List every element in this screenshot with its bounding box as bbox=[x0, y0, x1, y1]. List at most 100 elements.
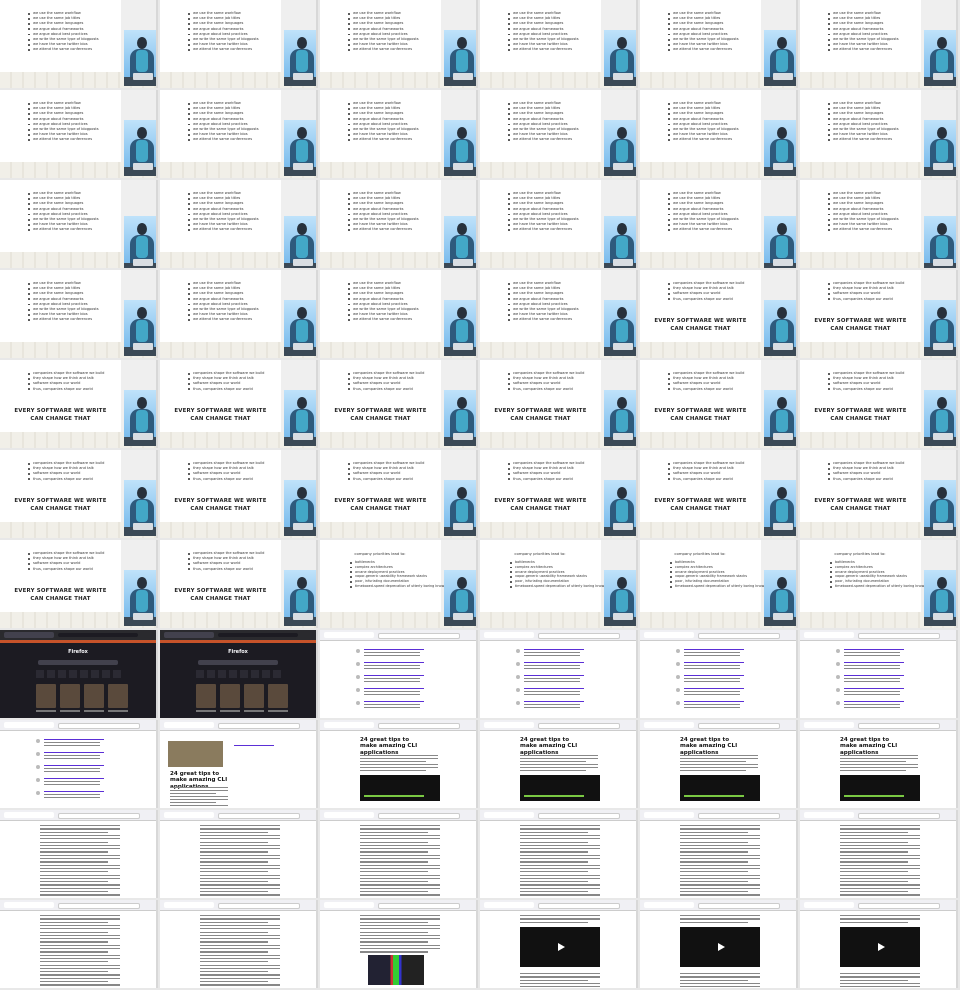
address-bar[interactable] bbox=[218, 723, 300, 729]
post-link[interactable] bbox=[524, 688, 584, 690]
address-bar[interactable] bbox=[698, 723, 780, 729]
browser-tab[interactable] bbox=[164, 812, 214, 818]
address-bar[interactable] bbox=[858, 723, 940, 729]
address-bar[interactable] bbox=[58, 813, 140, 819]
newtab-search[interactable] bbox=[38, 660, 118, 665]
play-icon[interactable] bbox=[558, 943, 565, 951]
post-link[interactable] bbox=[844, 662, 904, 664]
post-link[interactable] bbox=[44, 778, 104, 780]
frame-thumbnail[interactable]: we use the same workflow we use the same … bbox=[160, 90, 318, 178]
address-bar[interactable] bbox=[698, 903, 780, 909]
frame-thumbnail[interactable]: we use the same workflow we use the same … bbox=[800, 90, 958, 178]
post-link[interactable] bbox=[524, 701, 584, 703]
frame-thumbnail[interactable]: company priorities lead to: bottlenecks co… bbox=[480, 540, 638, 628]
post-link[interactable] bbox=[524, 675, 584, 677]
frame-thumbnail[interactable]: we use the same workflow we use the same … bbox=[640, 90, 798, 178]
story-card[interactable] bbox=[220, 684, 240, 712]
address-bar[interactable] bbox=[58, 723, 140, 729]
post-link[interactable] bbox=[364, 688, 424, 690]
browser-tab[interactable] bbox=[4, 722, 54, 728]
frame-thumbnail[interactable] bbox=[320, 810, 478, 898]
address-bar[interactable] bbox=[858, 903, 940, 909]
browser-tab[interactable] bbox=[164, 632, 214, 638]
address-bar[interactable] bbox=[378, 813, 460, 819]
post-link[interactable] bbox=[684, 688, 744, 690]
shortcut-tiles[interactable] bbox=[36, 670, 122, 678]
frame-thumbnail[interactable]: company priorities lead to: bottlenecks co… bbox=[640, 540, 798, 628]
post-link[interactable] bbox=[524, 649, 584, 651]
frame-thumbnail[interactable] bbox=[0, 810, 158, 898]
post-link[interactable] bbox=[364, 662, 424, 664]
frame-thumbnail[interactable]: companies shape the software we build the… bbox=[0, 450, 158, 538]
newtab-search[interactable] bbox=[198, 660, 278, 665]
address-bar[interactable] bbox=[538, 723, 620, 729]
frame-thumbnail[interactable]: we use the same workflow we use the same … bbox=[640, 180, 798, 268]
post-link[interactable] bbox=[44, 765, 104, 767]
post-link[interactable] bbox=[684, 701, 744, 703]
frame-thumbnail[interactable]: companies shape the software we build the… bbox=[160, 540, 318, 628]
frame-thumbnail[interactable] bbox=[320, 900, 478, 988]
post-link[interactable] bbox=[44, 791, 104, 793]
address-bar[interactable] bbox=[378, 903, 460, 909]
address-bar[interactable] bbox=[218, 633, 298, 637]
story-card[interactable] bbox=[108, 684, 128, 712]
frame-thumbnail[interactable]: we use the same workflow we use the same … bbox=[640, 0, 798, 88]
frame-thumbnail[interactable]: companies shape the software we build the… bbox=[0, 360, 158, 448]
frame-thumbnail[interactable]: companies shape the software we build the… bbox=[800, 360, 958, 448]
frame-thumbnail[interactable] bbox=[160, 810, 318, 898]
frame-thumbnail[interactable]: companies shape the software we build the… bbox=[800, 270, 958, 358]
browser-tab[interactable] bbox=[644, 722, 694, 728]
frame-thumbnail[interactable]: companies shape the software we build the… bbox=[640, 270, 798, 358]
address-bar[interactable] bbox=[698, 813, 780, 819]
video-player[interactable] bbox=[840, 927, 920, 967]
play-icon[interactable] bbox=[878, 943, 885, 951]
post-link[interactable] bbox=[844, 688, 904, 690]
browser-tab[interactable] bbox=[484, 902, 534, 908]
frame-thumbnail[interactable]: 24 great tips to make amazing CLI applic… bbox=[800, 720, 958, 808]
story-card[interactable] bbox=[268, 684, 288, 712]
story-card[interactable] bbox=[36, 684, 56, 712]
address-bar[interactable] bbox=[538, 813, 620, 819]
frame-thumbnail[interactable]: companies shape the software we build the… bbox=[480, 450, 638, 538]
frame-thumbnail[interactable]: we use the same workflow we use the same … bbox=[480, 270, 638, 358]
frame-thumbnail[interactable]: Firefox bbox=[0, 630, 158, 718]
browser-tab[interactable] bbox=[164, 722, 214, 728]
frame-thumbnail[interactable]: we use the same workflow we use the same … bbox=[480, 90, 638, 178]
post-link[interactable] bbox=[364, 701, 424, 703]
frame-thumbnail[interactable]: we use the same workflow we use the same … bbox=[160, 0, 318, 88]
frame-thumbnail[interactable]: companies shape the software we build the… bbox=[480, 360, 638, 448]
post-link[interactable] bbox=[524, 662, 584, 664]
post-link[interactable] bbox=[684, 662, 744, 664]
address-bar[interactable] bbox=[698, 633, 780, 639]
frame-thumbnail[interactable] bbox=[0, 900, 158, 988]
video-player[interactable] bbox=[680, 927, 760, 967]
browser-tab[interactable] bbox=[324, 722, 374, 728]
story-card[interactable] bbox=[84, 684, 104, 712]
browser-tab[interactable] bbox=[484, 722, 534, 728]
post-link[interactable] bbox=[364, 649, 424, 651]
browser-tab[interactable] bbox=[804, 902, 854, 908]
address-bar[interactable] bbox=[58, 633, 138, 637]
frame-thumbnail[interactable] bbox=[640, 810, 798, 898]
shortcut-tiles[interactable] bbox=[196, 670, 282, 678]
story-card[interactable] bbox=[244, 684, 264, 712]
play-icon[interactable] bbox=[718, 943, 725, 951]
browser-tab[interactable] bbox=[644, 632, 694, 638]
frame-thumbnail[interactable] bbox=[800, 810, 958, 898]
frame-thumbnail[interactable]: we use the same workflow we use the same … bbox=[800, 0, 958, 88]
post-link[interactable] bbox=[44, 752, 104, 754]
story-card[interactable] bbox=[196, 684, 216, 712]
frame-thumbnail[interactable]: companies shape the software we build the… bbox=[800, 450, 958, 538]
address-bar[interactable] bbox=[858, 633, 940, 639]
browser-tab[interactable] bbox=[484, 632, 534, 638]
frame-thumbnail[interactable] bbox=[480, 810, 638, 898]
frame-thumbnail[interactable] bbox=[160, 900, 318, 988]
frame-thumbnail[interactable]: companies shape the software we build the… bbox=[320, 450, 478, 538]
frame-thumbnail[interactable]: we use the same workflow we use the same … bbox=[0, 90, 158, 178]
frame-thumbnail[interactable]: we use the same workflow we use the same … bbox=[320, 90, 478, 178]
frame-thumbnail[interactable]: we use the same workflow we use the same … bbox=[320, 270, 478, 358]
browser-tab[interactable] bbox=[644, 812, 694, 818]
address-bar[interactable] bbox=[538, 633, 620, 639]
browser-tab[interactable] bbox=[324, 632, 374, 638]
frame-thumbnail[interactable]: we use the same workflow we use the same … bbox=[160, 270, 318, 358]
